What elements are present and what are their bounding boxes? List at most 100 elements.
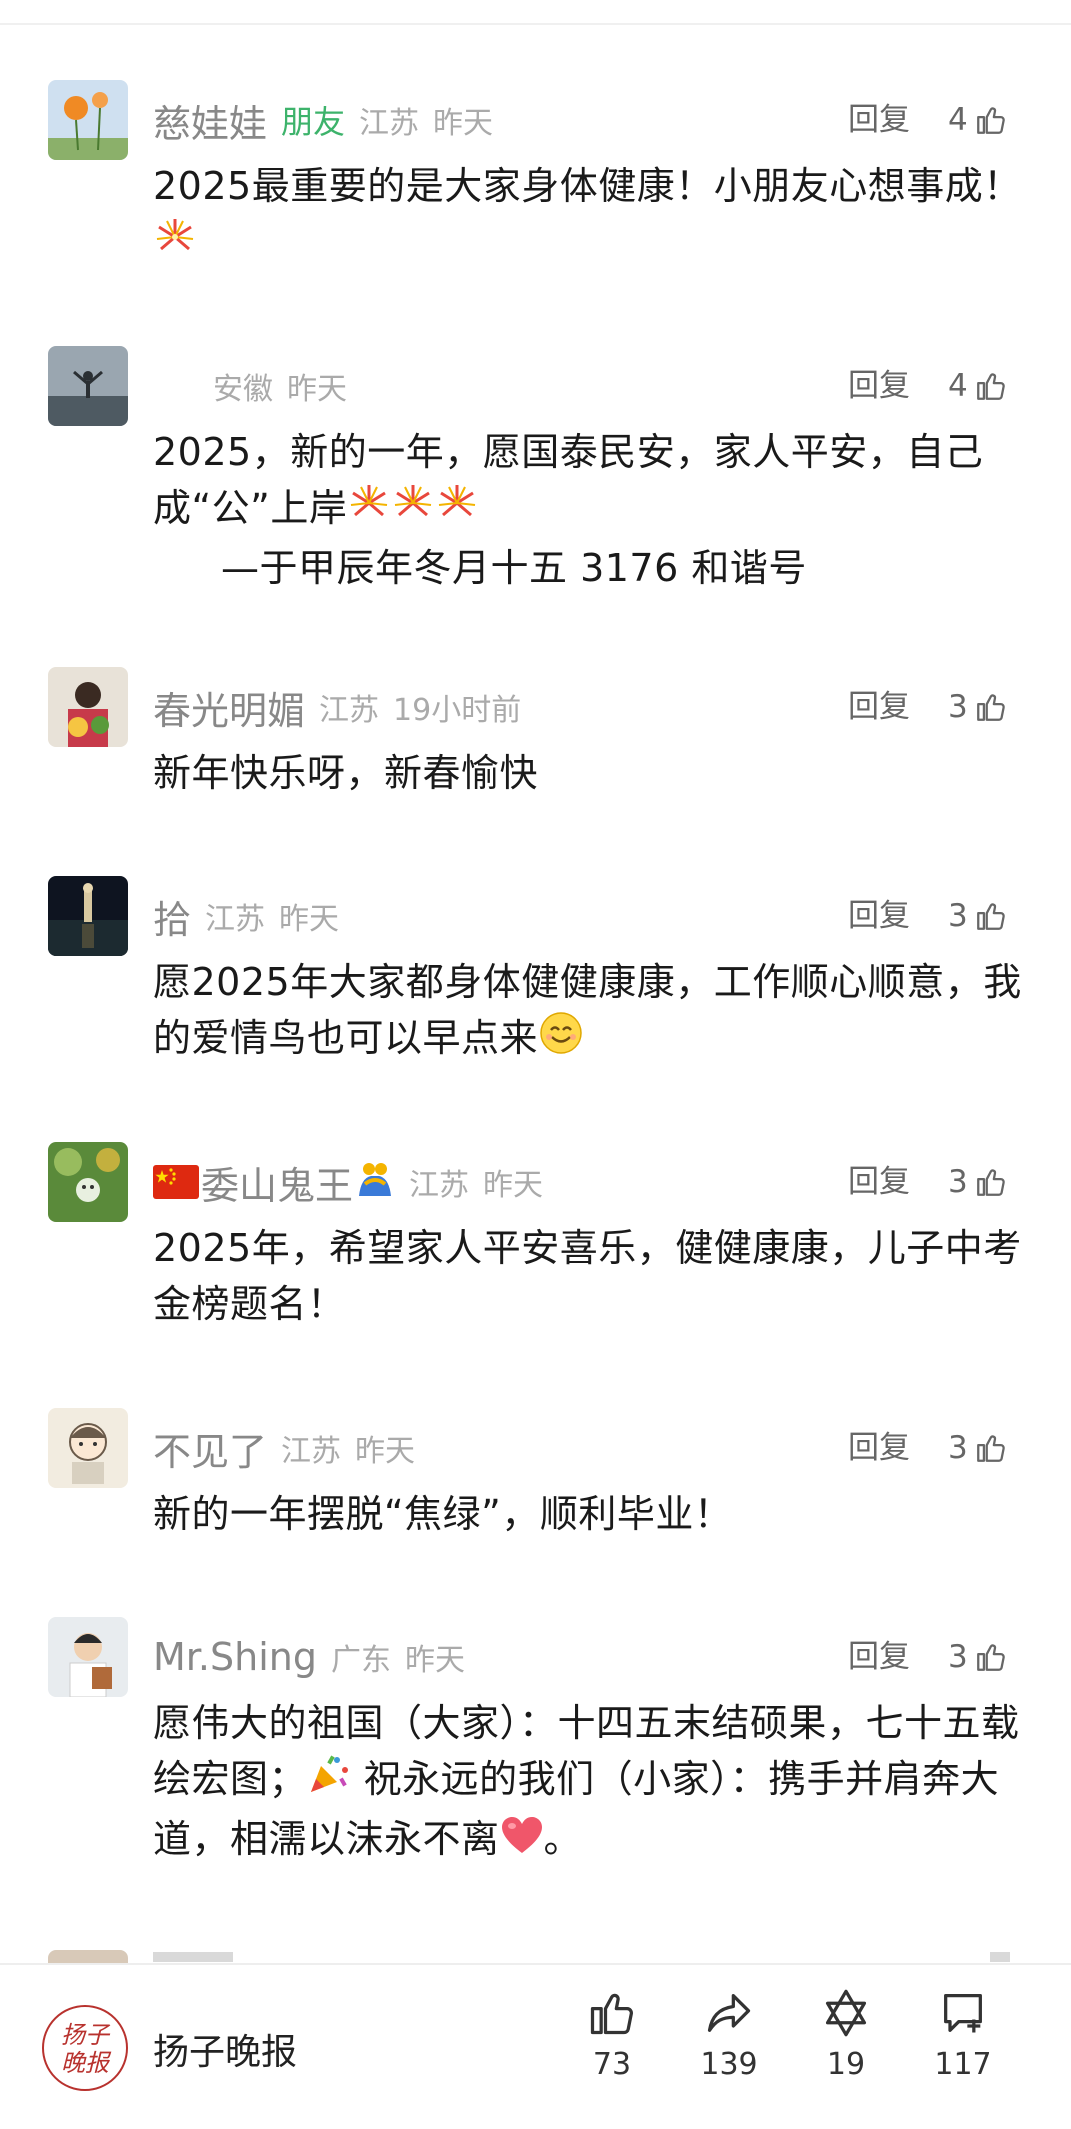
thumbs-up-icon <box>976 1644 1005 1671</box>
thumbs-up-icon <box>976 107 1005 134</box>
user-name[interactable]: 不见了 <box>153 1421 267 1476</box>
location: 江苏 <box>359 106 420 141</box>
timestamp: 昨天 <box>279 902 340 937</box>
like-button[interactable]: 4 <box>948 80 1008 160</box>
comment-text: 新的一年摆脱“焦绿”，顺利毕业！ <box>153 1492 733 1536</box>
thumbs-up-icon <box>976 1435 1005 1462</box>
location: 广东 <box>330 1643 391 1678</box>
reply-button[interactable]: 回复 <box>848 667 910 747</box>
favorite-count: 19 <box>826 2047 866 2082</box>
comment-item: 春光明媚 江苏 19小时前 回复 3 新年快乐呀，新春愉快 <box>0 667 1071 817</box>
like-button[interactable]: 3 <box>948 667 1008 747</box>
like-count: 4 <box>948 102 968 138</box>
timestamp: 昨天 <box>355 1434 416 1469</box>
reply-button[interactable]: 回复 <box>848 1408 910 1488</box>
like-button[interactable]: 3 <box>948 1408 1008 1488</box>
user-name[interactable]: Mr.Shing <box>153 1635 317 1679</box>
thumbs-up-icon <box>976 903 1005 930</box>
avatar[interactable] <box>48 876 128 956</box>
friend-badge: 朋友 <box>281 103 346 141</box>
fireworks-emoji <box>153 215 197 274</box>
comment-text: 愿2025年大家都身体健健康康，工作顺心顺意，我的爱情鸟也可以早点来 <box>153 954 1023 1071</box>
reply-button[interactable]: 回复 <box>848 876 910 956</box>
timestamp: 昨天 <box>433 106 494 141</box>
comment-text: 2025年，希望家人平安喜乐，健健康康，儿子中考金榜题名！ <box>153 1226 1022 1326</box>
brand-logo-icon: 扬子 晚报 <box>61 2021 112 2077</box>
comment-item: 拾 江苏 昨天 回复 3 愿2025年大家都身体健健康康，工作顺心顺意，我的爱情… <box>0 876 1071 1076</box>
like-button[interactable]: 4 <box>948 346 1008 426</box>
like-action-button[interactable]: 73 <box>557 1987 667 2082</box>
publisher-name[interactable]: 扬子晚报 <box>153 2023 297 2075</box>
thumbs-up-icon <box>976 1169 1005 1196</box>
avatar[interactable] <box>48 346 128 426</box>
like-count: 3 <box>948 1639 968 1675</box>
like-count: 3 <box>948 1430 968 1466</box>
user-name[interactable]: 春光明媚 <box>153 680 305 735</box>
share-action-button[interactable]: 139 <box>674 1987 784 2082</box>
reply-button[interactable]: 回复 <box>848 1142 910 1222</box>
favorite-action-button[interactable]: 19 <box>791 1987 901 2082</box>
smiling-face-emoji <box>538 1010 584 1071</box>
avatar[interactable] <box>48 1408 128 1488</box>
like-count: 73 <box>592 2047 632 2082</box>
star-of-david-icon <box>825 1989 867 2037</box>
comment-text: 2025最重要的是大家身体健康！小朋友心想事成！ <box>153 158 1023 274</box>
china-flag-emoji <box>153 1165 199 1199</box>
thumbs-up-icon <box>976 694 1005 721</box>
avatar[interactable] <box>48 1142 128 1222</box>
comment-item: 慈娃娃 朋友 江苏 昨天 回复 4 2025最重要的是大家身体健康！小朋友心想事… <box>0 80 1071 280</box>
comment-add-icon <box>944 1994 982 2033</box>
location: 江苏 <box>205 902 266 937</box>
like-count: 3 <box>948 1164 968 1200</box>
comment-count: 117 <box>934 2047 992 2082</box>
timestamp: 昨天 <box>287 372 347 407</box>
like-button[interactable]: 3 <box>948 1142 1008 1222</box>
location: 江苏 <box>319 693 380 728</box>
reply-button[interactable]: 回复 <box>848 1617 910 1697</box>
comment-text: 愿伟大的祖国（大家）：十四五末结硕果，七十五载绘宏图； 祝永远的我们（小家）：携… <box>153 1695 1023 1870</box>
user-name[interactable]: 慈娃娃 <box>153 93 267 148</box>
avatar[interactable] <box>48 1950 128 1964</box>
user-name[interactable]: 委山鬼王 <box>201 1155 353 1210</box>
like-count: 3 <box>948 689 968 725</box>
share-count: 139 <box>700 2047 758 2082</box>
avatar[interactable] <box>48 1617 128 1697</box>
comment-signature: —于甲辰年冬月十五 3176 和谐号 <box>221 546 807 590</box>
heart-emoji <box>500 1814 544 1870</box>
fireworks-emoji <box>347 481 391 540</box>
publisher-logo[interactable]: 扬子 晚报 <box>42 2005 128 2091</box>
timestamp: 昨天 <box>483 1168 544 1203</box>
like-count: 3 <box>948 898 968 934</box>
user-name-placeholder <box>153 1952 233 1962</box>
comment-item: Mr.Shing 广东 昨天 回复 3 愿伟大的祖国（大家）：十四五末结硕果，七… <box>0 1617 1071 1887</box>
like-button[interactable]: 3 <box>948 1617 1008 1697</box>
top-divider <box>0 23 1071 25</box>
bottom-action-bar: 扬子 晚报 扬子晚报 73 139 19 117 <box>0 1963 1071 2129</box>
reply-button[interactable]: 回复 <box>848 346 910 426</box>
timestamp: 昨天 <box>404 1643 465 1678</box>
like-count: 4 <box>948 368 968 404</box>
location: 安徽 <box>213 372 273 407</box>
fireworks-emoji <box>391 481 435 540</box>
timestamp: 19小时前 <box>393 693 522 728</box>
comment-item: 安徽 昨天 回复 4 2025，新的一年，愿国泰民安，家人平安，自己成“公”上岸… <box>0 346 1071 606</box>
user-name[interactable]: 拾 <box>153 889 191 944</box>
comment-text: 新年快乐呀，新春愉快 <box>153 751 539 795</box>
comment-item: 委山鬼王 江苏 昨天 回复 3 2025年，希望家人平安喜乐，健健康康，儿子中考… <box>0 1142 1071 1342</box>
like-icon-partial <box>990 1952 1010 1962</box>
reply-button[interactable]: 回复 <box>848 80 910 160</box>
people-hugging-emoji <box>355 1158 395 1206</box>
thumbs-up-icon <box>590 1993 633 2035</box>
comment-item: 不见了 江苏 昨天 回复 3 新的一年摆脱“焦绿”，顺利毕业！ <box>0 1408 1071 1558</box>
comment-text: 2025，新的一年，愿国泰民安，家人平安，自己成“公”上岸 —于甲辰年冬月十五 … <box>153 424 1023 596</box>
location: 江苏 <box>409 1168 470 1203</box>
svg-text:扬子: 扬子 <box>61 2021 111 2049</box>
thumbs-up-icon <box>976 373 1005 400</box>
comment-action-button[interactable]: 117 <box>908 1987 1018 2082</box>
fireworks-emoji <box>435 481 479 540</box>
avatar[interactable] <box>48 667 128 747</box>
like-button[interactable]: 3 <box>948 876 1008 956</box>
share-arrow-icon <box>707 1994 751 2032</box>
party-popper-emoji <box>307 1752 351 1811</box>
avatar[interactable] <box>48 80 128 160</box>
